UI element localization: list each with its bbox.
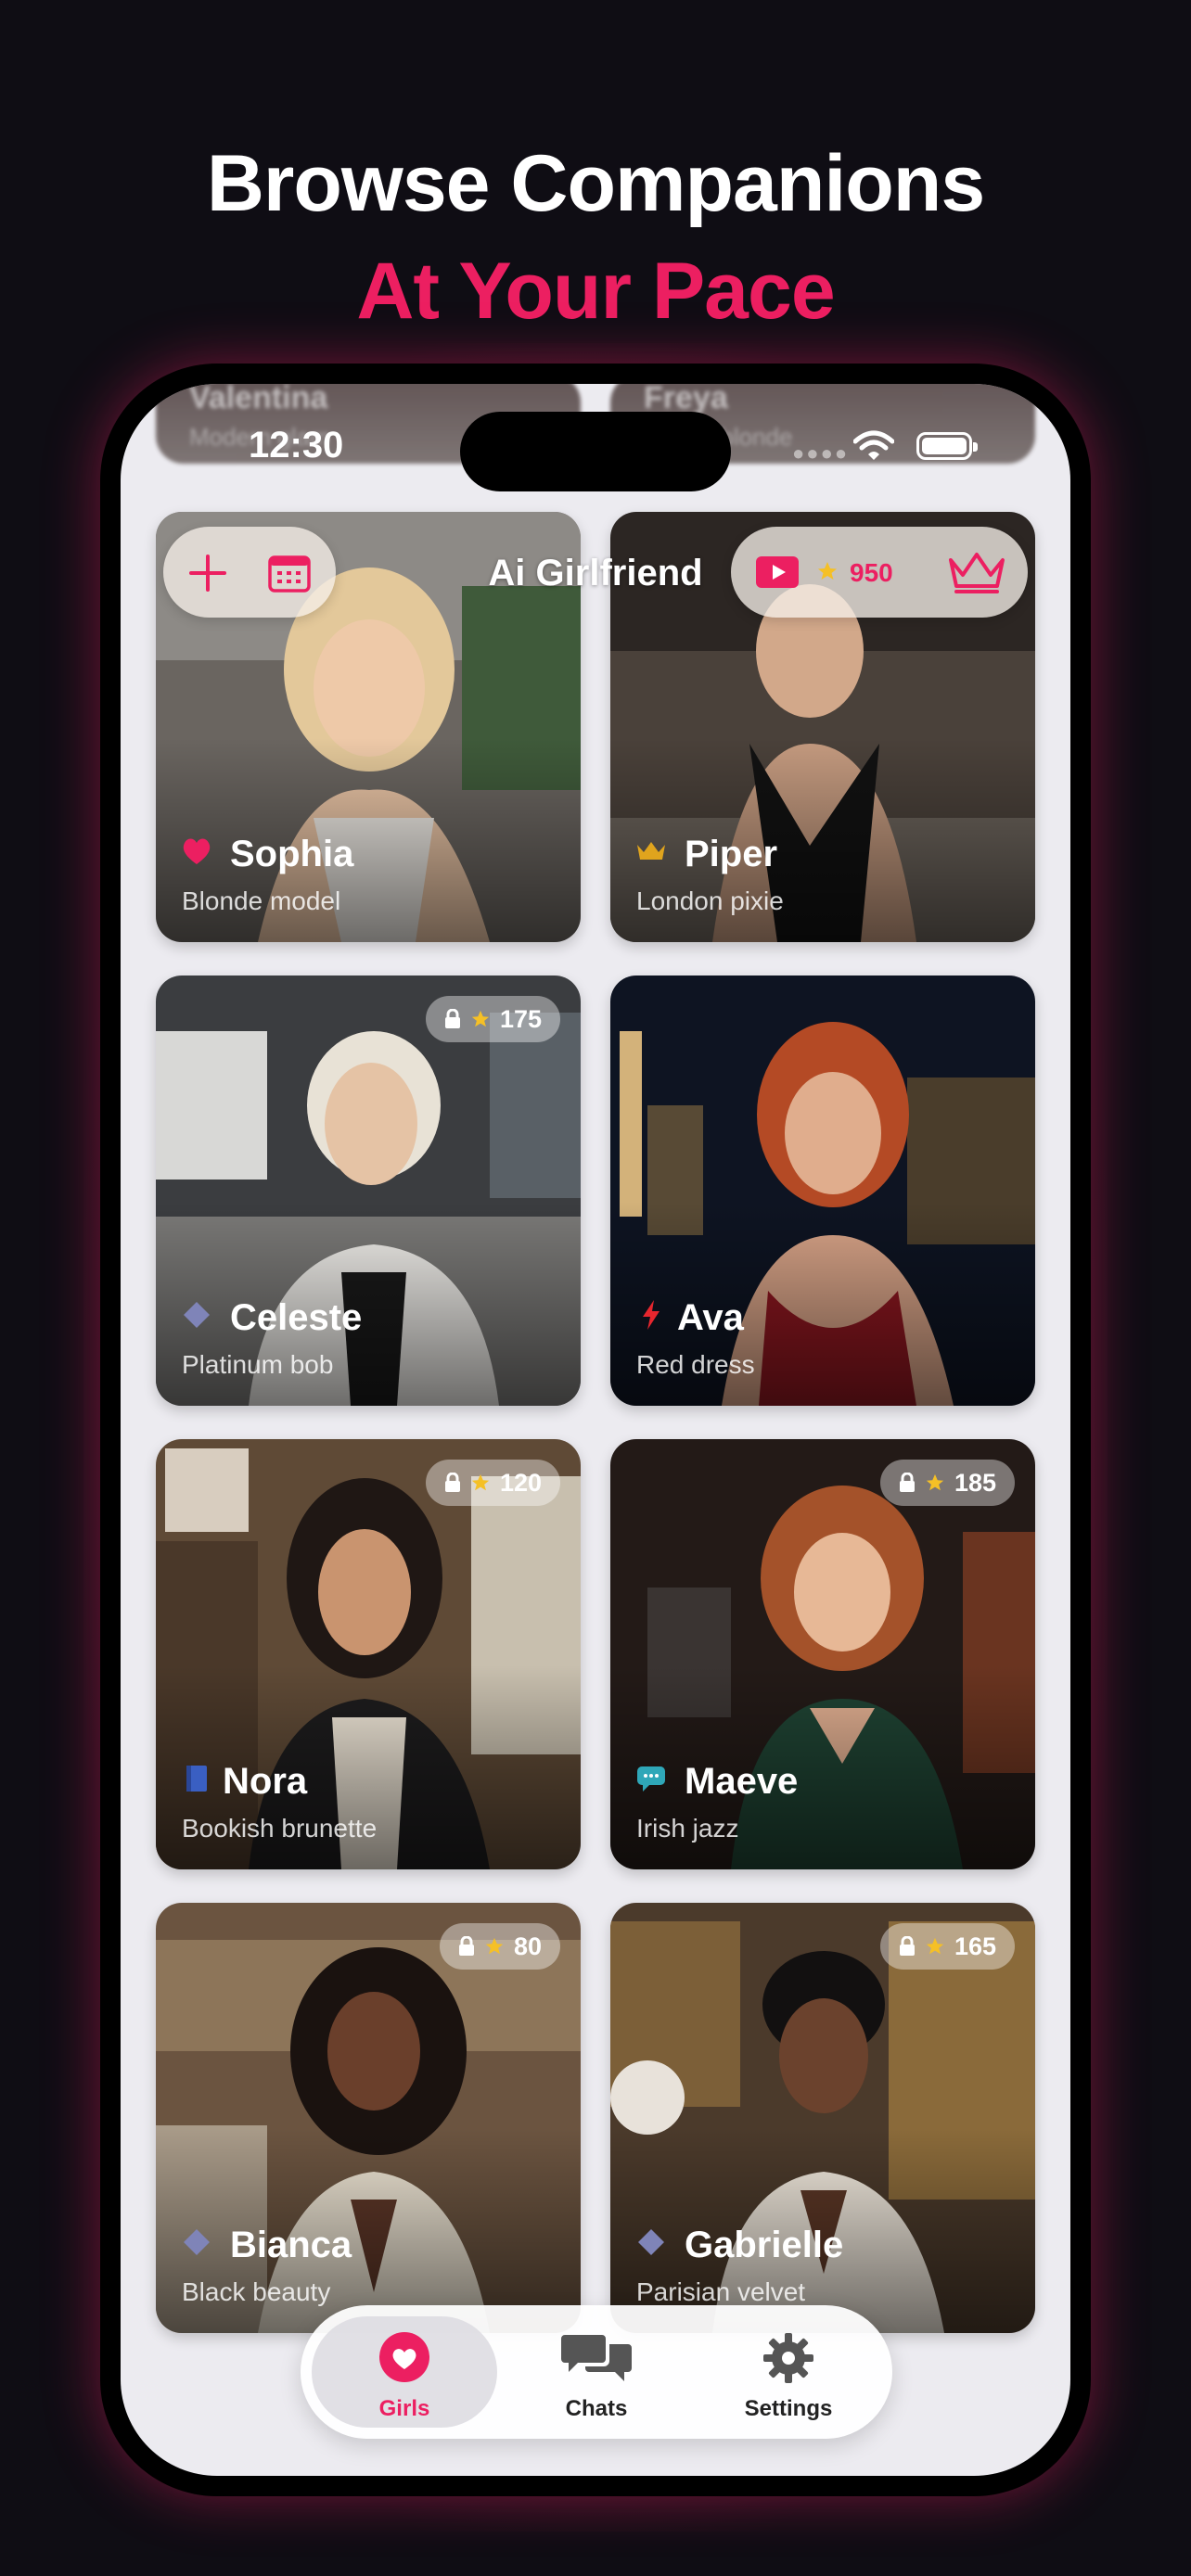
diamond-icon [180, 2225, 213, 2259]
companion-card[interactable]: 80 Bianca Black beauty [156, 1903, 581, 2333]
companion-subtitle: Platinum bob [182, 1350, 334, 1379]
tab-label: Chats [565, 2396, 628, 2421]
chat-bubble-icon [634, 1762, 668, 1795]
signal-dots: ●●●● [792, 441, 850, 465]
unlock-cost: 185 [954, 1468, 996, 1497]
unlock-cost: 120 [499, 1468, 542, 1497]
unlock-cost-badge: 175 [425, 996, 560, 1042]
companion-name: Sophia [230, 834, 354, 874]
tab-settings[interactable]: Settings [696, 2316, 881, 2428]
lock-icon [899, 1936, 915, 1956]
companion-card[interactable]: Ava Red dress [610, 976, 1035, 1406]
dynamic-island [460, 412, 731, 491]
unlock-cost-badge: 80 [439, 1923, 560, 1970]
status-time: 12:30 [249, 425, 344, 465]
book-icon [180, 1762, 213, 1795]
star-icon [926, 1937, 944, 1955]
heart-icon [180, 835, 213, 868]
crown-icon [634, 835, 668, 868]
heart-icon [379, 2332, 429, 2382]
app-screen: Valentina Modern glam Freya Nordic blond… [121, 384, 1070, 2476]
star-icon [471, 1473, 490, 1491]
tab-girls[interactable]: Girls [312, 2316, 497, 2428]
tab-label: Girls [378, 2396, 430, 2421]
coin-balance: 950 [850, 558, 893, 587]
status-bar: 12:30 ●●●● [121, 384, 1070, 514]
battery-icon [916, 432, 978, 460]
companion-card[interactable]: 185 Maeve Irish jazz [610, 1439, 1035, 1869]
hero-heading: Browse Companions At Your Pace [0, 130, 1191, 345]
lock-icon [444, 1009, 460, 1028]
tab-bar: Girls Chats Settings [301, 2305, 892, 2439]
companion-subtitle: Irish jazz [636, 1814, 739, 1843]
star-icon [471, 1010, 490, 1027]
tab-label: Settings [744, 2396, 833, 2421]
companion-name: Celeste [230, 1297, 363, 1338]
crown-icon[interactable] [946, 549, 1007, 595]
companion-subtitle: Black beauty [182, 2277, 331, 2306]
hero-title: Browse Companions [206, 139, 985, 228]
tab-chats[interactable]: Chats [504, 2316, 689, 2428]
companion-subtitle: Blonde model [182, 886, 341, 915]
diamond-icon [634, 2225, 668, 2259]
unlock-cost-badge: 185 [879, 1460, 1015, 1506]
star-icon [818, 562, 837, 580]
companion-name: Ava [677, 1297, 744, 1338]
gear-icon [763, 2333, 813, 2383]
companion-name: Maeve [685, 1761, 799, 1802]
lock-icon [458, 1936, 474, 1956]
unlock-cost: 175 [499, 1004, 542, 1033]
companion-subtitle: Parisian velvet [636, 2277, 806, 2306]
companion-card[interactable]: 165 Gabrielle Parisian velvet [610, 1903, 1035, 2333]
lock-icon [444, 1473, 460, 1492]
video-play-icon[interactable] [755, 555, 800, 589]
wifi-icon [853, 430, 894, 460]
unlock-cost: 165 [954, 1932, 996, 1960]
unlock-cost: 80 [513, 1932, 542, 1960]
unlock-cost-badge: 165 [879, 1923, 1015, 1970]
companion-name: Nora [223, 1761, 308, 1802]
companion-name: Gabrielle [685, 2225, 844, 2265]
unlock-cost-badge: 120 [425, 1460, 560, 1506]
chat-bubbles-icon [561, 2335, 632, 2381]
diamond-icon [180, 1298, 213, 1332]
companion-subtitle: Red dress [636, 1350, 755, 1379]
companion-name: Bianca [230, 2225, 352, 2265]
top-bar: Ai Girlfriend 950 [121, 521, 1070, 623]
lock-icon [899, 1473, 915, 1492]
currency-pill[interactable]: 950 [731, 527, 1028, 618]
companion-card[interactable]: 175 Celeste Platinum bob [156, 976, 581, 1406]
companion-name: Piper [685, 834, 778, 874]
companion-card[interactable]: 120 Nora Bookish brunette [156, 1439, 581, 1869]
star-icon [485, 1937, 504, 1955]
star-icon [926, 1473, 944, 1491]
phone-frame: Valentina Modern glam Freya Nordic blond… [100, 363, 1091, 2496]
companion-subtitle: Bookish brunette [182, 1814, 378, 1843]
hero-subtitle: At Your Pace [356, 247, 835, 336]
lightning-icon [634, 1298, 668, 1332]
companion-subtitle: London pixie [636, 886, 784, 915]
